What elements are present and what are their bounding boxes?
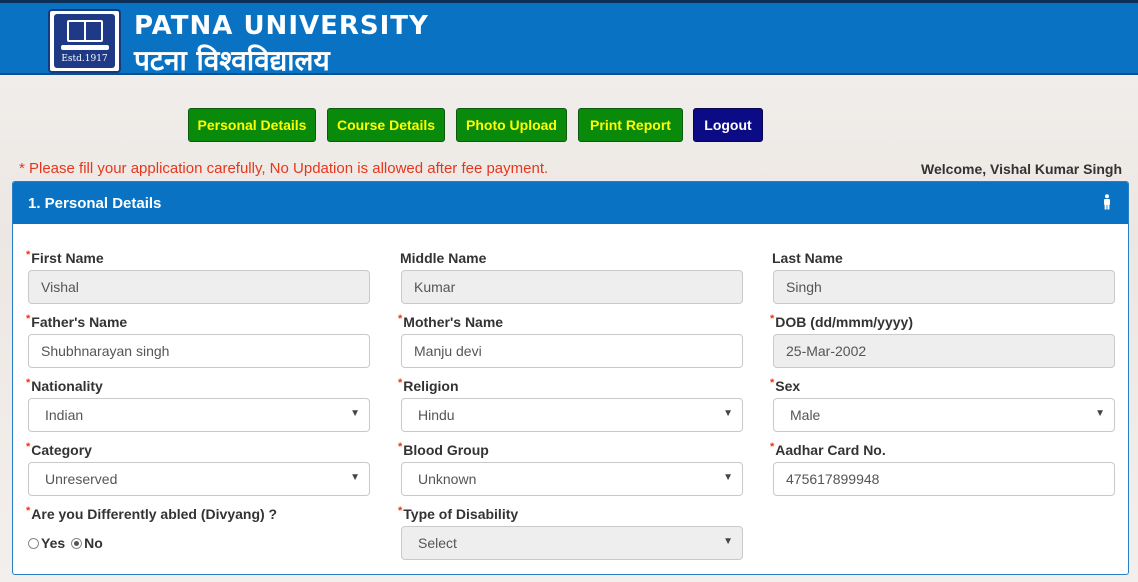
chevron-down-icon: ▼ (723, 472, 733, 483)
aadhar-input[interactable]: 475617899948 (773, 462, 1115, 496)
personal-details-panel: 1. Personal Details *First Name Vishal M… (12, 181, 1129, 575)
mother-name-label: *Mother's Name (398, 313, 504, 330)
photo-upload-button[interactable]: Photo Upload (456, 108, 567, 142)
personal-details-button[interactable]: Personal Details (188, 108, 316, 142)
first-name-label: *First Name (26, 249, 104, 266)
course-details-button[interactable]: Course Details (327, 108, 445, 142)
blood-group-select[interactable]: Unknown ▼ (401, 462, 743, 496)
father-name-input[interactable]: Shubhnarayan singh (28, 334, 370, 368)
mother-name-input[interactable]: Manju devi (401, 334, 743, 368)
site-title-hindi: पटना विश्वविद्यालय (134, 44, 330, 77)
divyang-yes-label: Yes (41, 535, 66, 551)
site-title-english: PATNA UNIVERSITY (134, 11, 429, 41)
logo-estd-text: Estd.1917 (61, 54, 108, 64)
category-label: *Category (26, 441, 92, 458)
chevron-down-icon: ▼ (723, 408, 733, 419)
last-name-field[interactable]: Singh (773, 270, 1115, 304)
aadhar-label: *Aadhar Card No. (770, 441, 886, 458)
dob-label: *DOB (dd/mmm/yyyy) (770, 313, 913, 330)
chevron-down-icon: ▼ (723, 536, 733, 547)
middle-name-field[interactable]: Kumar (401, 270, 743, 304)
religion-label: *Religion (398, 377, 459, 394)
father-name-label: *Father's Name (26, 313, 128, 330)
divyang-no-radio[interactable] (71, 537, 83, 549)
middle-name-label: Middle Name (400, 250, 487, 266)
blood-group-label: *Blood Group (398, 441, 489, 458)
religion-select[interactable]: Hindu ▼ (401, 398, 743, 432)
site-header: Estd.1917 PATNA UNIVERSITY पटना विश्वविद… (0, 0, 1138, 77)
panel-title: 1. Personal Details (28, 195, 162, 212)
sex-label: *Sex (770, 377, 801, 394)
fee-notice: * Please fill your application carefully… (19, 160, 549, 177)
welcome-message: Welcome, Vishal Kumar Singh (921, 161, 1122, 177)
category-select[interactable]: Unreserved ▼ (28, 462, 370, 496)
divyang-yes-radio[interactable] (28, 537, 39, 549)
person-icon (1104, 194, 1110, 210)
last-name-label: Last Name (772, 250, 843, 266)
chevron-down-icon: ▼ (1095, 408, 1105, 419)
panel-header: 1. Personal Details (13, 182, 1128, 224)
chevron-down-icon: ▼ (350, 472, 360, 483)
nationality-label: *Nationality (26, 377, 103, 394)
disability-type-label: *Type of Disability (398, 505, 519, 522)
university-logo: Estd.1917 (48, 9, 121, 73)
ribbon-icon (61, 45, 109, 50)
print-report-button[interactable]: Print Report (578, 108, 683, 142)
nationality-select[interactable]: Indian ▼ (28, 398, 370, 432)
disability-type-select[interactable]: Select ▼ (401, 526, 743, 560)
first-name-field[interactable]: Vishal (28, 270, 370, 304)
divyang-label: *Are you Differently abled (Divyang) ? (26, 505, 278, 522)
sex-select[interactable]: Male ▼ (773, 398, 1115, 432)
divyang-no-label: No (84, 535, 103, 551)
dob-field[interactable]: 25-Mar-2002 (773, 334, 1115, 368)
book-icon (67, 20, 103, 42)
divyang-radio-group: Yes No (28, 535, 103, 551)
chevron-down-icon: ▼ (350, 408, 360, 419)
logout-button[interactable]: Logout (693, 108, 763, 142)
